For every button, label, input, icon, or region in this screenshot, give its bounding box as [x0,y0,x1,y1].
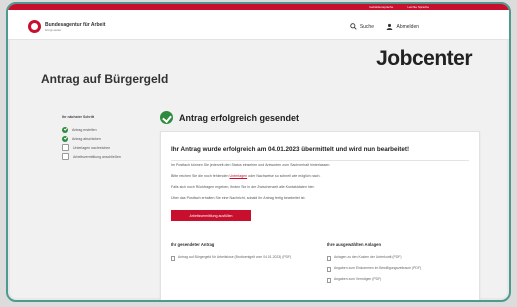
step-label: Antrag abschicken [72,136,101,141]
ba-logo-icon [28,20,41,33]
jobcenter-logo: Jobcenter [376,48,472,69]
top-link-sign-language[interactable]: Gebärdensprache [369,5,393,9]
jobcenter-wordmark: Jobcenter [376,47,472,70]
step-label: Unterlagen nachreichen [73,145,111,150]
step-item: Antrag abschicken [62,134,152,143]
documents-link[interactable]: Unterlagen [230,174,248,178]
step-item: Unterlagen nachreichen [62,143,152,152]
ba-logo-tagline: bringt weiter [45,27,62,32]
document-icon [327,278,331,283]
step-item: Arbeitsvermittlung anschließen [62,152,152,161]
sent-application-title: Ihr gesendeter Antrag [171,242,215,247]
document-link[interactable]: Antrag auf Bürgergeld für Arbeitslose (B… [171,255,321,261]
search-label: Suche [359,23,374,30]
steps-heading: Ihr nächster Schritt [62,115,95,119]
check-icon [62,126,68,133]
info-text: Bitte reichen Sie die noch fehlenden [171,174,229,178]
success-title: Antrag erfolgreich gesendet [179,112,300,123]
site-header: Bundesagentur für Arbeit bringt weiter S… [8,10,509,40]
document-icon [327,267,331,272]
confirmation-heading: Ihr Antrag wurde erfolgreich am 04.01.20… [171,146,410,153]
document-link[interactable]: Anlagen zu den Kosten der Unterkunft (PD… [327,255,477,261]
divider [171,160,469,161]
ba-logo[interactable]: Bundesagentur für Arbeit bringt weiter [28,20,105,33]
check-icon [62,135,68,142]
document-label: Anlagen zu den Kosten der Unterkunft (PD… [334,255,402,259]
info-paragraph-contact: Falls sich noch Rückfragen ergeben, find… [171,185,315,189]
info-paragraph-notification: Über das Postfach erhalten Sie eine Nach… [171,196,306,200]
success-check-icon [160,111,173,124]
document-icon [327,256,331,261]
logout-label: Abmelden [396,23,419,30]
job-placement-button[interactable]: Arbeitsvermittlung ausfüllen [171,210,251,221]
info-paragraph-documents: Bitte reichen Sie die noch fehlenden Unt… [171,174,320,178]
document-link[interactable]: Angaben zum Vermögen (PDF) [327,277,477,283]
step-item: Antrag erstellen [62,125,152,134]
logout-button[interactable]: Abmelden [386,23,419,30]
info-paragraph-postbox: Im Postfach können Sie jederzeit den Sta… [171,163,331,167]
selected-attachments-title: Ihre ausgewählten Anlagen [327,242,382,247]
selected-attachments-section: Ihre ausgewählten Anlagen Anlagen zu den… [327,242,477,288]
document-label: Antrag auf Bürgergeld für Arbeitslose (B… [178,255,292,259]
user-icon [387,23,393,30]
top-link-easy-language[interactable]: Leichte Sprache [407,5,429,9]
search-button[interactable]: Suche [350,23,374,30]
empty-step-icon [62,153,69,160]
document-link[interactable]: Angaben zum Einkommen im Bewilligungszei… [327,266,477,272]
document-icon [171,256,175,261]
document-label: Angaben zum Vermögen (PDF) [334,277,382,281]
page-title: Antrag auf Bürgergeld [41,72,169,86]
sent-application-section: Ihr gesendeter Antrag Antrag auf Bürgerg… [171,242,321,266]
document-label: Angaben zum Einkommen im Bewilligungszei… [334,266,422,270]
success-banner: Antrag erfolgreich gesendet [160,111,299,124]
progress-steps: Ihr nächster Schritt Antrag erstellen An… [62,115,152,161]
empty-step-icon [62,144,69,151]
step-label: Antrag erstellen [72,127,97,132]
info-text: oder Nachweise so schnell wie möglich na… [248,174,321,178]
confirmation-card: Ihr Antrag wurde erfolgreich am 04.01.20… [160,131,480,300]
browser-frame: Gebärdensprache Leichte Sprache Bundesag… [6,2,511,302]
step-label: Arbeitsvermittlung anschließen [73,154,121,159]
search-icon [350,23,357,30]
